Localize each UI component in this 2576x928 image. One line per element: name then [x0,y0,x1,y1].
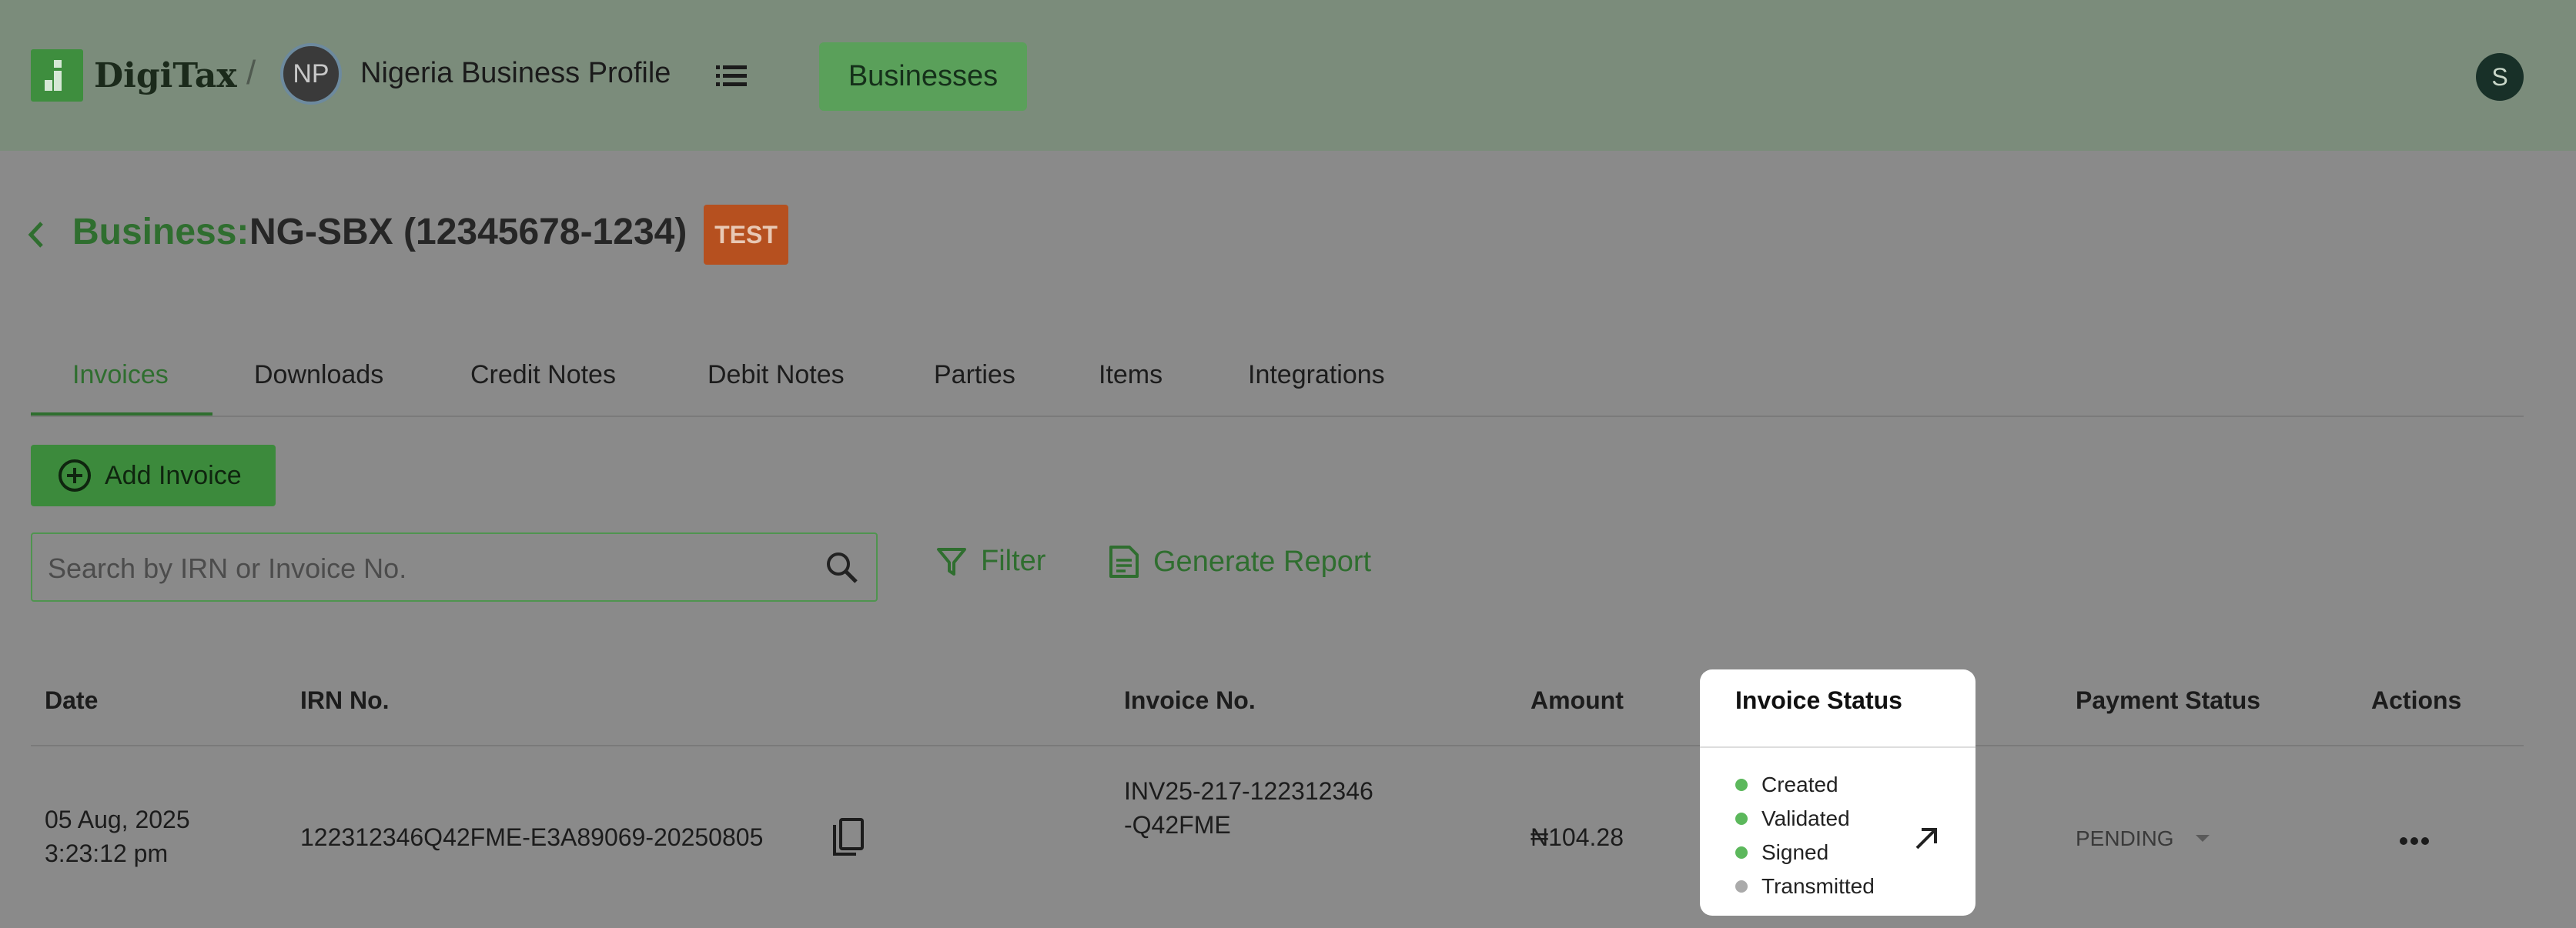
digitax-logo-mark [31,49,83,102]
brand-name: DigiTax [94,55,237,95]
active-tab-indicator [31,412,212,416]
tab-invoices[interactable]: Invoices [72,360,169,390]
tab-downloads[interactable]: Downloads [254,360,383,390]
status-card-divider [1700,746,1975,748]
open-external-arrow-icon[interactable] [1912,825,1940,856]
status-label: Transmitted [1761,874,1875,898]
status-transmitted: Transmitted [1735,874,1875,899]
add-invoice-button[interactable]: Add Invoice [31,445,276,506]
user-avatar[interactable]: S [2476,53,2524,101]
status-created: Created [1735,773,1838,797]
column-header-payment-status: Payment Status [2076,686,2261,714]
test-badge: TEST [704,205,788,265]
status-signed: Signed [1735,840,1828,865]
tab-items[interactable]: Items [1099,360,1163,390]
payment-status-dropdown[interactable]: PENDING [2076,826,2211,851]
back-arrow-icon[interactable] [26,219,46,255]
chevron-down-icon [2195,835,2210,842]
search-placeholder: Search by IRN or Invoice No. [48,552,407,584]
status-label: Validated [1761,806,1850,830]
status-dot-gray [1735,880,1748,893]
column-header-irn: IRN No. [300,686,390,714]
column-header-actions: Actions [2371,686,2462,714]
generate-report-button[interactable]: Generate Report [1109,545,1371,579]
row-date: 05 Aug, 2025 3:23:12 pm [45,803,190,870]
payment-status-value: PENDING [2076,826,2174,850]
table-header-divider [31,745,2524,746]
column-header-invoice-no: Invoice No. [1124,686,1256,714]
row-invoice-no-line1: INV25-217-122312346 [1124,777,1373,805]
row-irn: 122312346Q42FME-E3A89069-20250805 [300,823,764,851]
tab-debit-notes[interactable]: Debit Notes [708,360,845,390]
tab-credit-notes[interactable]: Credit Notes [470,360,616,390]
more-actions-icon[interactable] [2399,836,2430,850]
row-date-time: 3:23:12 pm [45,840,169,867]
column-header-invoice-status: Invoice Status [1735,686,1902,714]
businesses-button[interactable]: Businesses [819,42,1027,111]
digitax-logo[interactable]: DigiTax [31,49,237,102]
column-header-amount: Amount [1531,686,1624,714]
profile-name[interactable]: Nigeria Business Profile [360,57,671,90]
profile-avatar[interactable]: NP [280,43,342,105]
status-dot-green [1735,779,1748,791]
invoice-status-card: Invoice Status Created Validated Signed … [1700,669,1975,916]
status-label: Signed [1761,840,1829,864]
document-icon [1109,546,1139,578]
row-date-day: 05 Aug, 2025 [45,806,190,833]
status-validated: Validated [1735,806,1850,831]
row-amount: ₦104.28 [1531,823,1624,851]
list-icon[interactable] [716,63,747,92]
plus-circle-icon [59,459,91,492]
filter-icon [937,547,966,576]
status-dot-green [1735,813,1748,825]
search-input[interactable]: Search by IRN or Invoice No. [31,532,878,602]
status-label: Created [1761,773,1838,796]
page-title-label: Business: [72,212,249,252]
top-header: DigiTax / NP Nigeria Business Profile Bu… [0,0,2576,151]
tab-parties[interactable]: Parties [934,360,1015,390]
row-invoice-no[interactable]: INV25-217-122312346 -Q42FME [1124,774,1373,842]
generate-report-label: Generate Report [1153,545,1372,578]
tab-bar: Invoices Downloads Credit Notes Debit No… [31,345,2524,417]
search-icon[interactable] [825,551,859,589]
copy-icon[interactable] [828,817,867,863]
filter-label: Filter [981,545,1046,577]
tab-integrations[interactable]: Integrations [1248,360,1385,390]
column-header-date: Date [45,686,99,714]
breadcrumb-separator: / [246,54,256,92]
row-invoice-no-line2: -Q42FME [1124,811,1231,839]
filter-button[interactable]: Filter [936,545,1045,578]
add-invoice-label: Add Invoice [105,460,242,490]
status-dot-green [1735,846,1748,859]
page-title: NG-SBX (12345678-1234) [249,212,687,252]
